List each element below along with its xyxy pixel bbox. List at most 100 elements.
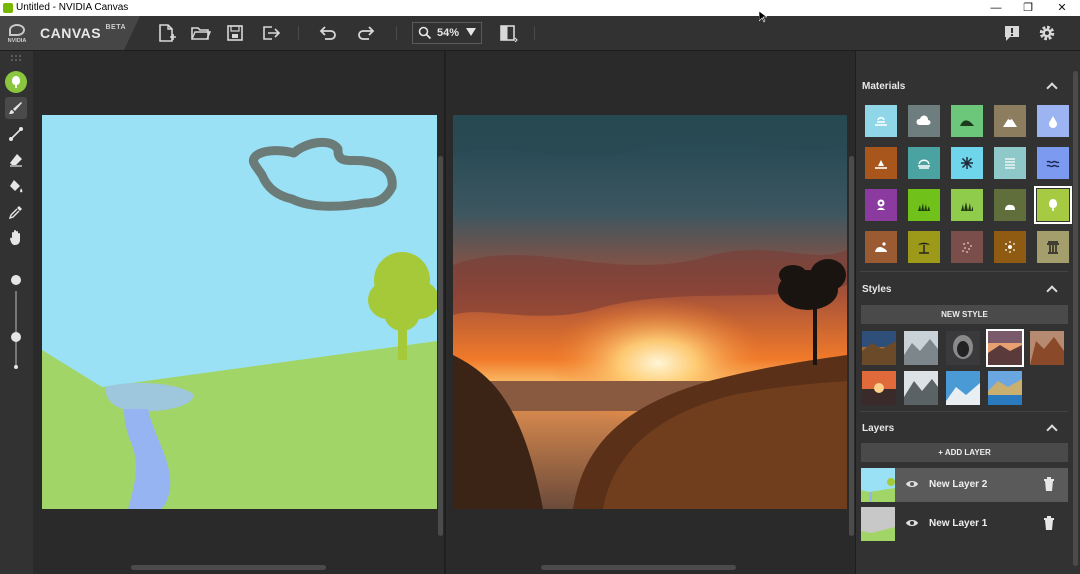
material-tile-waves[interactable]	[1037, 147, 1069, 179]
output-horizontal-scrollbar[interactable]	[541, 565, 736, 570]
material-tile-tree[interactable]	[1034, 186, 1072, 224]
new-file-icon	[159, 24, 176, 42]
style-thumbnail[interactable]	[1030, 331, 1064, 365]
material-tile-wall[interactable]	[994, 147, 1026, 179]
toolbar-separator	[298, 26, 299, 40]
style-thumbnail[interactable]	[904, 331, 938, 365]
layer-thumbnail-image	[861, 468, 895, 502]
material-tile-bush[interactable]	[951, 189, 983, 221]
style-thumbnail[interactable]	[988, 371, 1022, 405]
minimize-button[interactable]: —	[980, 0, 1012, 16]
brush-icon	[9, 102, 22, 114]
material-tile-gravel[interactable]	[951, 231, 983, 263]
tree-icon	[1049, 199, 1057, 211]
nvidia-logo: NVIDIA	[4, 20, 30, 46]
layer-item-2[interactable]: New Layer 2	[861, 468, 1068, 502]
layer-item-1[interactable]: New Layer 1	[861, 507, 1068, 541]
toolbar-separator	[396, 26, 397, 40]
layer-thumbnail-image	[861, 507, 895, 541]
material-tile-water-drop[interactable]	[1037, 105, 1069, 137]
canvas-divider	[444, 51, 446, 574]
style-thumbnail[interactable]	[904, 371, 938, 405]
save-button[interactable]	[224, 22, 246, 44]
add-layer-button[interactable]: + ADD LAYER	[861, 443, 1068, 462]
material-tile-sand[interactable]	[865, 147, 897, 179]
material-tile-cloud[interactable]	[908, 105, 940, 137]
divider	[860, 411, 1068, 412]
style-thumbnail-selected[interactable]	[986, 329, 1024, 367]
style-thumbnail-image	[1030, 331, 1064, 365]
style-thumbnail-image	[904, 371, 938, 405]
material-tile-stone[interactable]	[994, 231, 1026, 263]
sketch-vertical-scrollbar[interactable]	[438, 156, 443, 536]
brand-badge: BETA	[105, 24, 127, 31]
material-tile-palm[interactable]	[908, 231, 940, 263]
style-thumbnail-image	[904, 331, 938, 365]
eyedropper-icon	[8, 206, 22, 220]
open-button[interactable]	[189, 22, 212, 44]
pan-tool[interactable]	[5, 227, 27, 249]
new-file-button[interactable]	[155, 22, 177, 44]
gear-icon	[1039, 25, 1055, 41]
settings-button[interactable]	[1036, 22, 1058, 44]
restore-button[interactable]: ❐	[1012, 0, 1044, 16]
material-tile-flower[interactable]	[865, 189, 897, 221]
close-button[interactable]: ✕	[1046, 0, 1078, 16]
redo-icon	[358, 26, 375, 40]
material-tile-dirt[interactable]	[865, 231, 897, 263]
material-tile-building[interactable]	[1037, 231, 1069, 263]
eyedropper-tool[interactable]	[5, 201, 27, 223]
chevron-down-icon	[466, 28, 476, 36]
sand-icon	[875, 160, 887, 169]
nvidia-logo-text: NVIDIA	[7, 38, 27, 44]
brush-size-large-dot	[11, 275, 21, 285]
brush-size-track[interactable]	[15, 291, 17, 367]
fog-icon	[918, 159, 930, 169]
current-material-button[interactable]	[5, 71, 27, 93]
undo-button[interactable]	[316, 22, 338, 44]
material-tile-hill[interactable]	[951, 105, 983, 137]
style-thumbnail[interactable]	[862, 371, 896, 405]
dirt-icon	[875, 242, 887, 252]
nvidia-eye-icon	[9, 24, 25, 36]
style-thumbnail[interactable]	[862, 331, 896, 365]
brush-tool[interactable]	[5, 97, 27, 119]
eraser-icon	[10, 154, 22, 167]
swap-view-button[interactable]	[497, 22, 519, 44]
trash-icon[interactable]	[1043, 477, 1055, 491]
material-tile-rock[interactable]	[994, 189, 1026, 221]
material-tile-mountain[interactable]	[994, 105, 1026, 137]
fill-tool[interactable]	[5, 175, 27, 197]
water-drop-icon	[1049, 116, 1057, 128]
style-thumbnail[interactable]	[946, 371, 980, 405]
layer-name: New Layer 1	[929, 518, 988, 529]
chevron-up-icon[interactable]	[1046, 285, 1058, 297]
feedback-button[interactable]	[1001, 22, 1023, 44]
chevron-up-icon[interactable]	[1046, 82, 1058, 94]
material-tile-fog[interactable]	[908, 147, 940, 179]
output-vertical-scrollbar[interactable]	[849, 156, 854, 536]
eye-icon[interactable]	[905, 478, 919, 490]
snowflake-icon	[961, 157, 973, 169]
app-brand: CANVAS BETA	[40, 24, 127, 41]
style-thumbnail[interactable]	[946, 331, 980, 365]
material-tile-snowflake[interactable]	[951, 147, 983, 179]
material-tile-grass[interactable]	[908, 189, 940, 221]
eye-icon[interactable]	[905, 517, 919, 529]
redo-button[interactable]	[356, 22, 378, 44]
chevron-up-icon[interactable]	[1046, 424, 1058, 436]
trash-icon[interactable]	[1043, 516, 1055, 530]
material-tile-sky[interactable]	[865, 105, 897, 137]
new-style-button[interactable]: NEW STYLE	[861, 305, 1068, 324]
export-button[interactable]	[259, 22, 281, 44]
materials-heading: Materials	[862, 81, 906, 92]
brush-size-handle[interactable]	[11, 332, 21, 342]
hill-icon	[960, 120, 974, 126]
zoom-select[interactable]: 54%	[412, 22, 482, 44]
panel-scrollbar[interactable]	[1073, 71, 1078, 566]
segmentation-canvas[interactable]	[42, 115, 437, 509]
eraser-tool[interactable]	[5, 149, 27, 171]
line-tool[interactable]	[5, 123, 27, 145]
drag-grip-icon	[11, 55, 21, 61]
sketch-horizontal-scrollbar[interactable]	[131, 565, 326, 570]
